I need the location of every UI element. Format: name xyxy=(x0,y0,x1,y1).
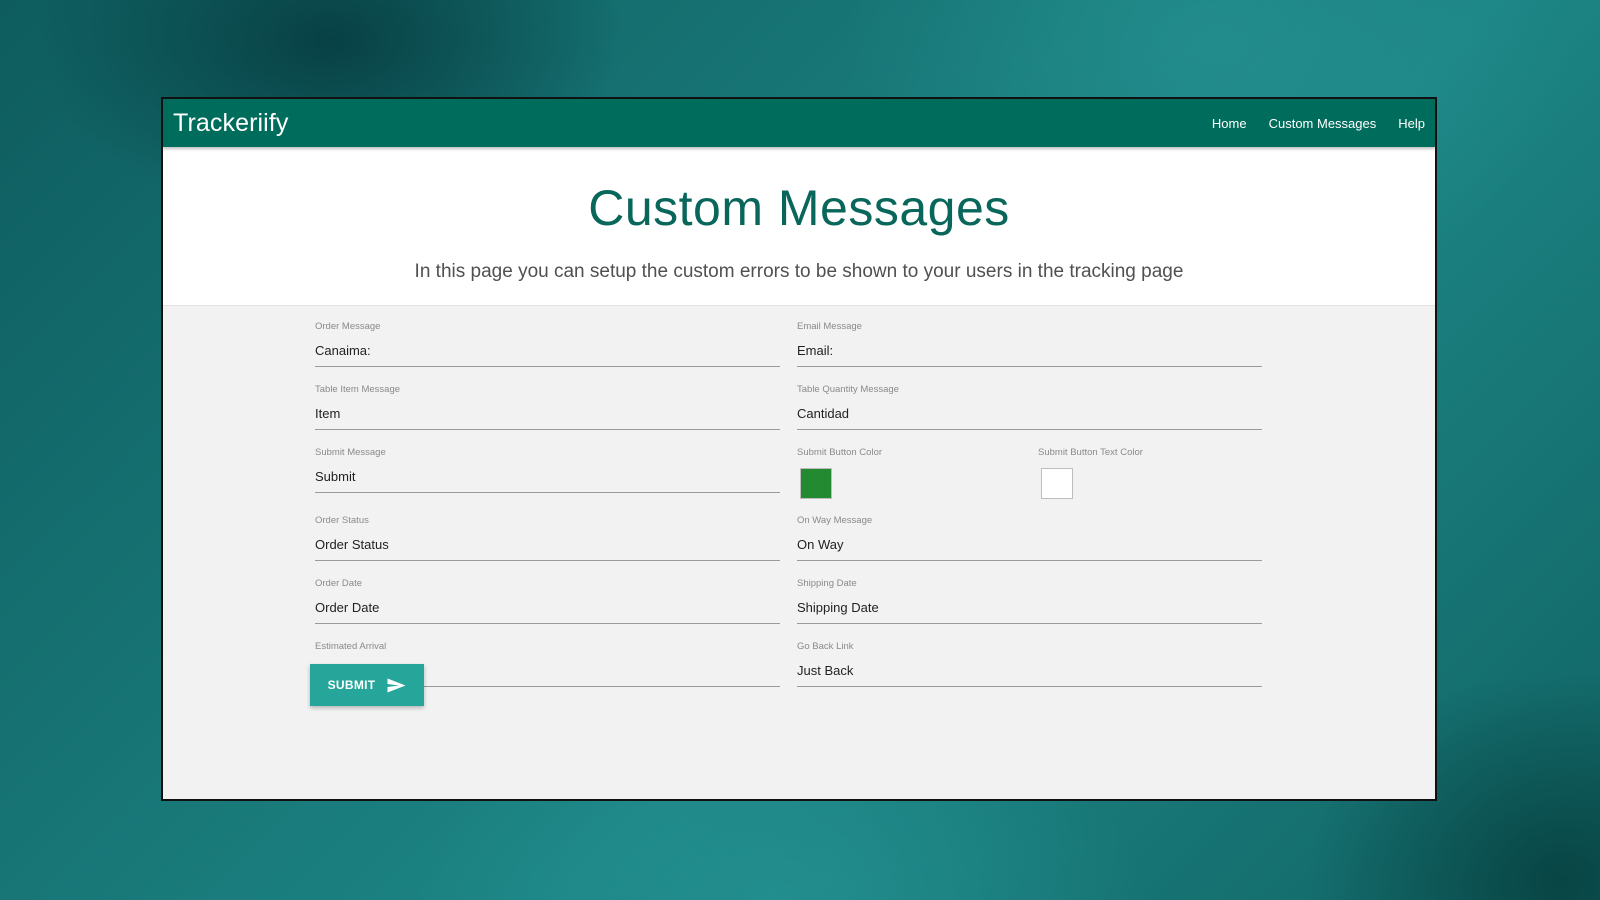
order-status-input[interactable] xyxy=(315,537,780,561)
submit-message-label: Submit Message xyxy=(315,447,386,458)
submit-button-text-color-field: Submit Button Text Color xyxy=(1038,447,1258,499)
shipping-date-label: Shipping Date xyxy=(797,578,857,589)
send-icon xyxy=(387,678,406,692)
order-date-label: Order Date xyxy=(315,578,362,589)
page-header: Custom Messages In this page you can set… xyxy=(163,147,1435,306)
table-quantity-message-label: Table Quantity Message xyxy=(797,384,899,395)
on-way-message-label: On Way Message xyxy=(797,515,873,526)
shipping-date-field: Shipping Date xyxy=(797,578,1262,624)
nav-links: Home Custom Messages Help xyxy=(1212,116,1425,131)
table-item-message-label: Table Item Message xyxy=(315,384,401,395)
nav-help-link[interactable]: Help xyxy=(1398,116,1425,131)
submit-message-input[interactable] xyxy=(315,469,780,493)
order-message-field: Order Message xyxy=(315,321,780,367)
nav-home-link[interactable]: Home xyxy=(1212,116,1247,131)
email-message-input[interactable] xyxy=(797,343,1262,367)
submit-button-text-color-picker[interactable] xyxy=(1041,468,1073,499)
app-window: Trackeriify Home Custom Messages Help Cu… xyxy=(161,97,1437,801)
email-message-field: Email Message xyxy=(797,321,1262,367)
order-date-input[interactable] xyxy=(315,600,780,624)
submit-button-color-picker[interactable] xyxy=(800,468,832,499)
table-quantity-message-input[interactable] xyxy=(797,406,1262,430)
go-back-link-input[interactable] xyxy=(797,663,1262,687)
brand-logo[interactable]: Trackeriify xyxy=(173,109,288,138)
email-message-label: Email Message xyxy=(797,321,862,332)
on-way-message-input[interactable] xyxy=(797,537,1262,561)
submit-button[interactable]: SUBMIT xyxy=(310,664,424,706)
go-back-link-label: Go Back Link xyxy=(797,641,854,652)
submit-button-text-color-label: Submit Button Text Color xyxy=(1038,447,1143,458)
table-item-message-field: Table Item Message xyxy=(315,384,780,430)
table-item-message-input[interactable] xyxy=(315,406,780,430)
order-message-input[interactable] xyxy=(315,343,780,367)
go-back-link-field: Go Back Link xyxy=(797,641,1262,687)
page-subtitle: In this page you can setup the custom er… xyxy=(414,261,1184,282)
order-status-label: Order Status xyxy=(315,515,369,526)
submit-button-label: SUBMIT xyxy=(327,678,376,692)
shipping-date-input[interactable] xyxy=(797,600,1262,624)
submit-button-color-field: Submit Button Color xyxy=(797,447,1017,499)
order-date-field: Order Date xyxy=(315,578,780,624)
nav-custom-messages-link[interactable]: Custom Messages xyxy=(1269,116,1377,131)
navbar: Trackeriify Home Custom Messages Help xyxy=(163,99,1435,147)
submit-button-color-label: Submit Button Color xyxy=(797,447,883,458)
order-message-label: Order Message xyxy=(315,321,381,332)
submit-message-field: Submit Message xyxy=(315,447,780,493)
table-quantity-message-field: Table Quantity Message xyxy=(797,384,1262,430)
estimated-arrival-label: Estimated Arrival xyxy=(315,641,387,652)
on-way-message-field: On Way Message xyxy=(797,515,1262,561)
order-status-field: Order Status xyxy=(315,515,780,561)
page-title: Custom Messages xyxy=(588,180,1010,236)
